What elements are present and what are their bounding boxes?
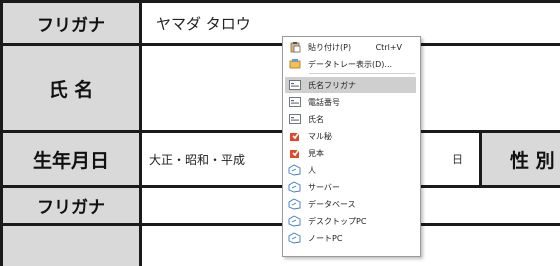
stamp-icon (288, 130, 301, 142)
menu-item-label: 見本 (308, 148, 324, 158)
context-menu: 貼り付け(P) Ctrl+V データトレー表示(D)... 氏名フリガナ 電話番… (282, 36, 421, 257)
clip-icon (288, 181, 301, 193)
form-sheet: フリガナ ヤマダ タロウ 氏 名 生年月日 大正・昭和・平成 日 性 別 フリガ… (0, 0, 560, 266)
field-icon (288, 113, 301, 125)
paste-icon (288, 41, 301, 53)
data-tray-icon (288, 58, 301, 70)
menu-item-label: 貼り付け(P) (308, 42, 352, 52)
menu-item-furigana-field[interactable]: 氏名フリガナ (285, 77, 416, 93)
stamp-icon (288, 147, 301, 159)
paste-shortcut: Ctrl+V (375, 42, 402, 52)
furigana-label-2: フリガナ (0, 188, 142, 226)
menu-item-label: ノートPC (308, 233, 343, 243)
menu-item-database-clip[interactable]: データベース (285, 196, 416, 212)
clip-icon (288, 164, 301, 176)
menu-separator (309, 73, 415, 74)
menu-item-data-tray[interactable]: データトレー表示(D)... (285, 56, 416, 72)
menu-item-desktop-clip[interactable]: デスクトップPC (285, 213, 416, 229)
menu-item-label: データベース (308, 199, 356, 209)
menu-item-name-field[interactable]: 氏名 (285, 111, 416, 127)
menu-item-server-clip[interactable]: サーバー (285, 179, 416, 195)
menu-item-phone-field[interactable]: 電話番号 (285, 94, 416, 110)
menu-item-label: 氏名 (308, 114, 324, 124)
field-icon (288, 79, 301, 91)
menu-item-label: 電話番号 (308, 97, 340, 107)
menu-item-label: 人 (308, 165, 316, 175)
name-label-2 (0, 226, 142, 266)
clip-icon (288, 232, 301, 244)
menu-item-label: データトレー表示(D)... (308, 59, 393, 69)
furigana-value: ヤマダ タロウ (156, 14, 251, 33)
field-icon (288, 96, 301, 108)
menu-item-label: マル秘 (308, 131, 332, 141)
name-label: 氏 名 (0, 46, 142, 133)
furigana-label: フリガナ (0, 3, 142, 46)
birthdate-label: 生年月日 (0, 133, 142, 188)
menu-item-label: 氏名フリガナ (308, 80, 356, 90)
menu-item-confidential-stamp[interactable]: マル秘 (285, 128, 416, 144)
clip-icon (288, 198, 301, 210)
menu-item-paste[interactable]: 貼り付け(P) Ctrl+V (285, 39, 416, 55)
menu-item-notebook-clip[interactable]: ノートPC (285, 230, 416, 246)
menu-item-label: サーバー (308, 182, 340, 192)
day-unit: 日 (452, 153, 463, 166)
gender-label: 性 別 (482, 133, 560, 188)
menu-item-person-clip[interactable]: 人 (285, 162, 416, 178)
clip-icon (288, 215, 301, 227)
menu-item-sample-stamp[interactable]: 見本 (285, 145, 416, 161)
menu-item-label: デスクトップPC (308, 216, 367, 226)
era-options: 大正・昭和・平成 (149, 152, 246, 167)
